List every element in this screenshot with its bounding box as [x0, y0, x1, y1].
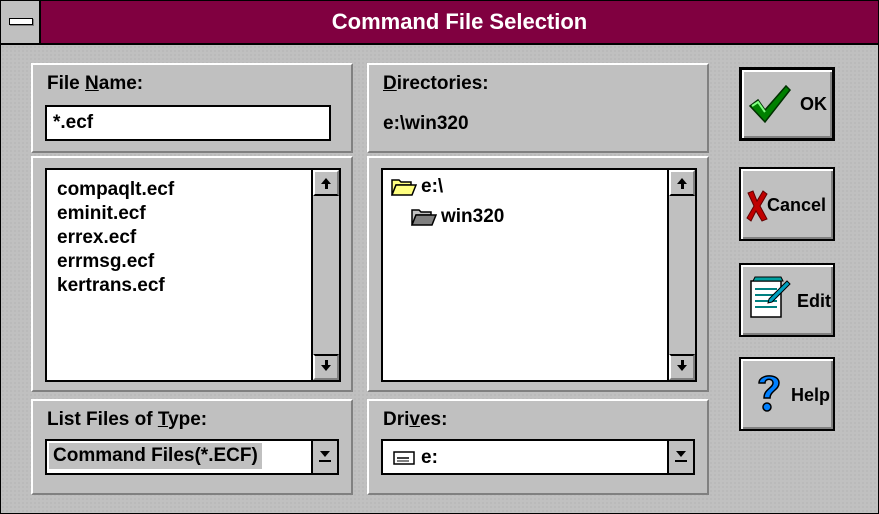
list-item[interactable]: kertrans.ecf: [57, 274, 174, 298]
ok-button[interactable]: OK: [739, 67, 835, 141]
list-item[interactable]: errex.ecf: [57, 226, 174, 250]
drives-label: Drives:: [383, 409, 448, 430]
file-type-value: Command Files(*.ECF): [49, 443, 262, 469]
file-name-label: File Name:: [47, 73, 144, 94]
drive-icon: [393, 451, 415, 465]
scroll-down-button[interactable]: [313, 354, 339, 380]
list-item[interactable]: errmsg.ecf: [57, 250, 174, 274]
dropdown-arrow-button[interactable]: [667, 441, 693, 473]
file-list-group: compaqlt.ecf eminit.ecf errex.ecf errmsg…: [31, 156, 353, 392]
question-mark-icon: [758, 375, 780, 412]
directory-listbox[interactable]: e:\ win320: [381, 168, 697, 382]
notepad-pencil-icon: [750, 276, 791, 318]
list-item[interactable]: compaqlt.ecf: [57, 178, 174, 202]
directory-tree-group: e:\ win320: [367, 156, 709, 392]
drive-value: e:: [421, 447, 438, 468]
checkmark-icon: [748, 84, 791, 124]
help-button[interactable]: Help: [739, 357, 835, 431]
ok-label: OK: [800, 94, 827, 114]
help-label: Help: [791, 385, 831, 405]
file-type-dropdown[interactable]: Command Files(*.ECF): [45, 439, 339, 475]
scroll-down-button[interactable]: [669, 354, 695, 380]
file-type-group: List Files of Type: Command Files(*.ECF): [31, 399, 353, 495]
file-name-input[interactable]: *.ecf: [45, 105, 331, 141]
directory-item-win320[interactable]: win320: [411, 206, 504, 228]
scroll-up-button[interactable]: [669, 170, 695, 196]
file-list-scrollbar[interactable]: [311, 170, 339, 380]
folder-open-icon: [411, 209, 437, 226]
drives-dropdown[interactable]: e:: [381, 439, 695, 475]
cancel-label: Cancel: [767, 195, 827, 215]
cancel-button[interactable]: Cancel: [739, 167, 835, 241]
drives-group: Drives: e:: [367, 399, 709, 495]
title-bar: Command File Selection: [1, 1, 878, 45]
file-name-group: File Name: *.ecf: [31, 63, 353, 153]
directories-group: Directories: e:\win320: [367, 63, 709, 153]
dropdown-arrow-button[interactable]: [311, 441, 337, 473]
scroll-up-button[interactable]: [313, 170, 339, 196]
directory-item-root[interactable]: e:\: [391, 176, 443, 198]
system-menu-icon[interactable]: [1, 1, 41, 43]
directories-label: Directories:: [383, 73, 489, 94]
window-title: Command File Selection: [331, 9, 588, 34]
file-listbox[interactable]: compaqlt.ecf eminit.ecf errex.ecf errmsg…: [45, 168, 341, 382]
file-type-label: List Files of Type:: [47, 409, 208, 430]
current-directory: e:\win320: [383, 113, 469, 134]
directory-scrollbar[interactable]: [667, 170, 695, 380]
command-file-selection-dialog: Command File Selection File Name: *.ecf …: [0, 0, 879, 514]
list-item[interactable]: eminit.ecf: [57, 202, 174, 226]
folder-open-icon: [391, 179, 417, 196]
edit-label: Edit: [797, 291, 831, 311]
x-mark-icon: [746, 190, 768, 222]
edit-button[interactable]: Edit: [739, 263, 835, 337]
